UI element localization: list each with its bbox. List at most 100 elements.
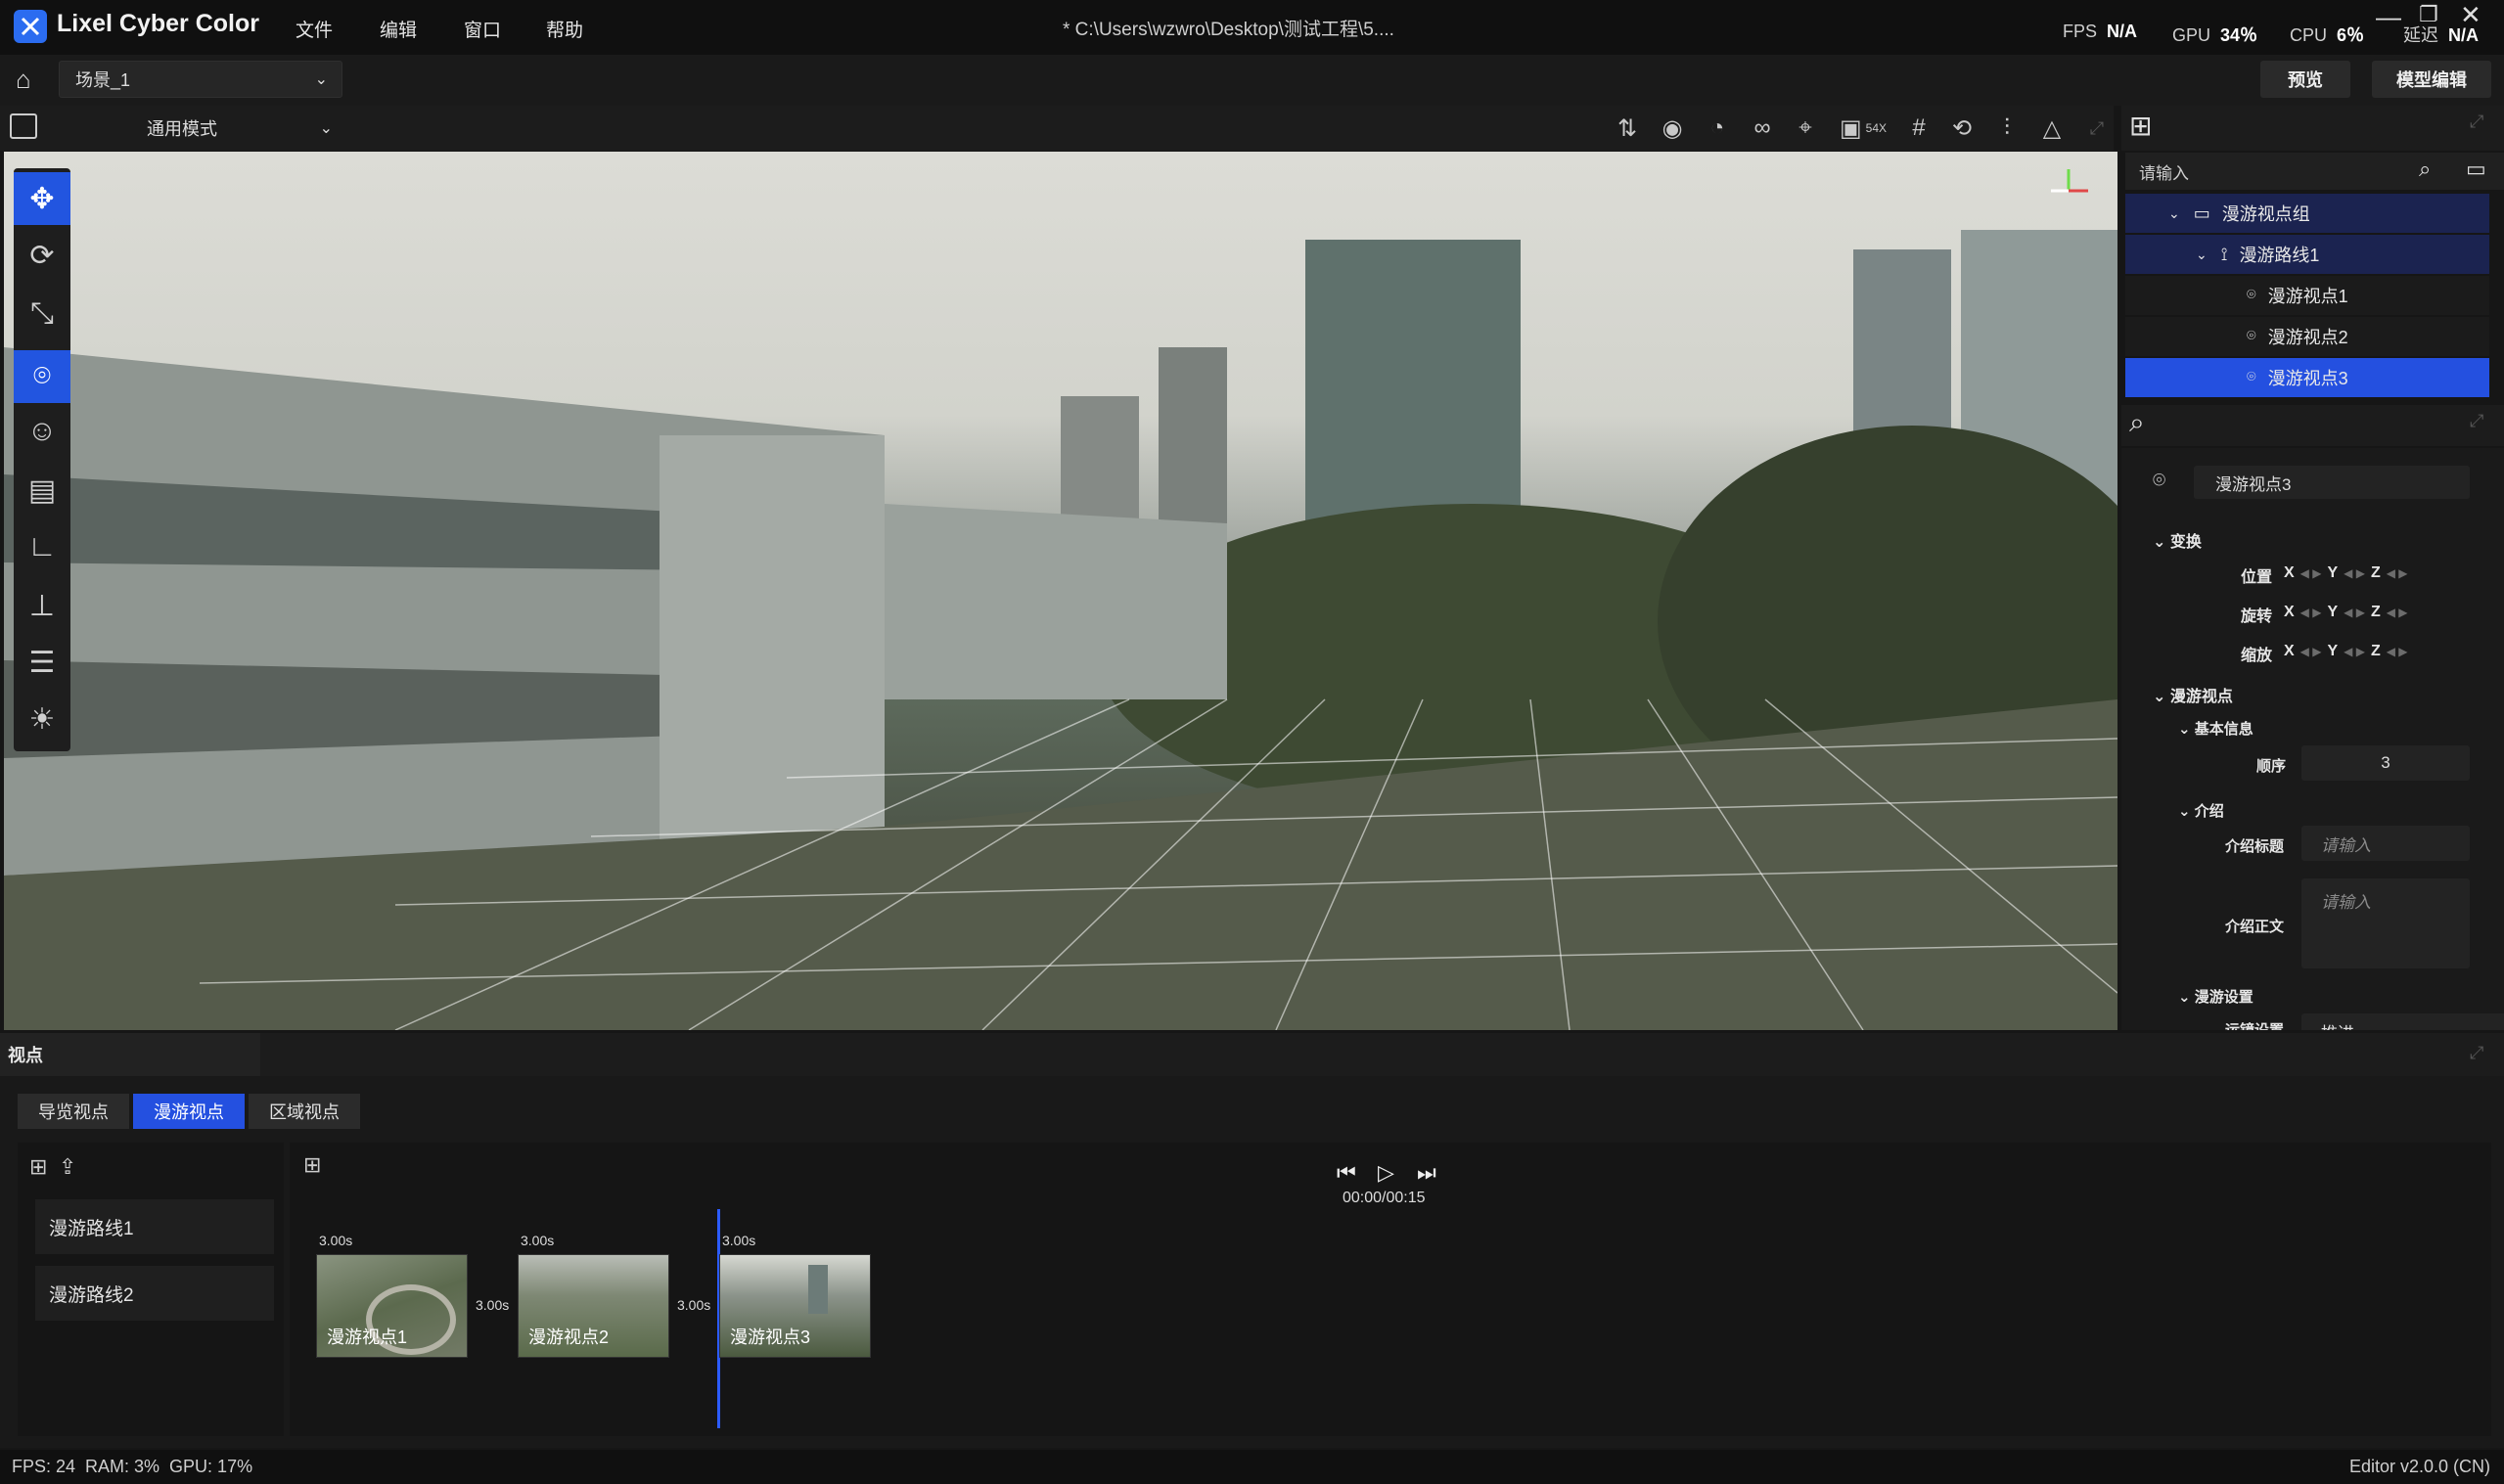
expand-icon[interactable]: ⤢	[2470, 411, 2483, 431]
camera-icon[interactable]: ◉	[1658, 113, 1687, 143]
expand-icon[interactable]: ⤢	[2470, 112, 2483, 132]
intro-title-input[interactable]: 请输入	[2301, 826, 2470, 861]
status-left: FPS: 24 RAM: 3% GPU: 17%	[12, 1457, 253, 1476]
intro-body-textarea[interactable]: 请输入	[2301, 878, 2470, 968]
search-icon[interactable]: ⌕	[2129, 407, 2145, 439]
scene-tree-header	[2121, 106, 2504, 151]
order-field[interactable]: 3	[2301, 745, 2470, 781]
tree-item-viewpoint-selected[interactable]: ⌾ 漫游视点3	[2125, 358, 2489, 397]
annotation-tool-icon[interactable]: ▤	[14, 464, 70, 517]
skip-start-icon[interactable]: ⏮	[1337, 1160, 1356, 1186]
maximize-icon[interactable]: ❐	[2419, 2, 2438, 27]
expand-icon[interactable]: ⤢	[2082, 113, 2112, 143]
move-tool-icon[interactable]: ✥	[14, 172, 70, 225]
menu-file[interactable]: 文件	[296, 16, 333, 42]
folder-icon: ▭	[2193, 202, 2210, 223]
app-title: Lixel Cyber Color	[57, 10, 259, 37]
keyframe-thumbnail[interactable]: 漫游视点2	[518, 1254, 669, 1358]
tree-item-viewpoint[interactable]: ⌾ 漫游视点2	[2125, 317, 2489, 356]
rotate-tool-icon[interactable]: ⟳	[14, 229, 70, 282]
stepper-arrows-icon[interactable]: ◀ ▶	[2344, 566, 2365, 580]
tree-search-input[interactable]: 请输入	[2125, 153, 2504, 190]
status-version: Editor v2.0.0 (CN)	[2348, 1457, 2490, 1476]
expand-icon[interactable]: ⤢	[2470, 1043, 2483, 1063]
viewpoint-tool-icon[interactable]: ⌾	[14, 350, 70, 403]
section-tool-icon[interactable]: ⊥	[14, 579, 70, 632]
cpu-stat: CPU 6％	[2290, 25, 2365, 45]
model-edit-button[interactable]: 模型编辑	[2372, 61, 2491, 98]
keyframe-label: 漫游视点3	[730, 1327, 811, 1347]
stepper-arrows-icon[interactable]: ◀ ▶	[2300, 566, 2322, 580]
keyframe-thumbnail-selected[interactable]: 漫游视点3	[719, 1254, 871, 1358]
minimize-icon[interactable]: —	[2376, 2, 2401, 32]
measure-tool-icon[interactable]: ∟	[14, 520, 70, 573]
motion-select[interactable]: 推进	[2301, 1013, 2504, 1030]
scale-xyz[interactable]: X ◀ ▶ Y ◀ ▶ Z ◀ ▶	[2284, 640, 2470, 663]
triangle-icon[interactable]: △	[2037, 113, 2067, 143]
transition-duration[interactable]: 3.00s	[677, 1297, 710, 1313]
basic-info-section[interactable]: ⌄ 基本信息	[2178, 718, 2254, 739]
sort-icon[interactable]: ⇅	[1613, 113, 1642, 143]
roam-section[interactable]: ⌄ 漫游视点	[2153, 683, 2233, 706]
bike-icon[interactable]: ∞	[1748, 113, 1777, 143]
transition-duration[interactable]: 3.00s	[476, 1297, 509, 1313]
stepper-arrows-icon[interactable]: ◀ ▶	[2387, 606, 2408, 619]
roam-settings-section[interactable]: ⌄ 漫游设置	[2178, 986, 2254, 1007]
folder-icon[interactable]: ▭	[2466, 157, 2486, 182]
route-icon[interactable]: ⟲	[1947, 113, 1977, 143]
skip-end-icon[interactable]: ⏭	[1417, 1160, 1436, 1186]
stepper-arrows-icon[interactable]: ◀ ▶	[2387, 645, 2408, 658]
list-tool-icon[interactable]: ☰	[14, 636, 70, 689]
menu-edit[interactable]: 编辑	[380, 16, 417, 42]
rotation-xyz[interactable]: X ◀ ▶ Y ◀ ▶ Z ◀ ▶	[2284, 601, 2470, 624]
position-xyz[interactable]: X ◀ ▶ Y ◀ ▶ Z ◀ ▶	[2284, 562, 2470, 585]
chevron-down-icon: ⌄	[319, 120, 333, 137]
tree-item-route[interactable]: ⌄ ⟟ 漫游路线1	[2125, 235, 2489, 274]
menu-help[interactable]: 帮助	[546, 16, 583, 42]
route-item[interactable]: 漫游路线1	[35, 1199, 274, 1254]
character-tool-icon[interactable]: ☺	[14, 405, 70, 458]
stepper-arrows-icon[interactable]: ◀ ▶	[2300, 606, 2322, 619]
intro-section[interactable]: ⌄ 介绍	[2178, 800, 2224, 821]
home-icon[interactable]: ⌂	[16, 65, 31, 95]
viewport-icon[interactable]	[10, 113, 37, 139]
preview-button[interactable]: 预览	[2260, 61, 2350, 98]
speed-icon[interactable]: ▣ 54X	[1834, 113, 1892, 143]
axis-z-label: Z	[2370, 604, 2381, 620]
chevron-down-icon: ⌄	[2178, 989, 2195, 1006]
export-icon[interactable]: ⇪	[59, 1154, 76, 1180]
stepper-arrows-icon[interactable]: ◀ ▶	[2344, 606, 2365, 619]
route-item[interactable]: 漫游路线2	[35, 1266, 274, 1321]
tab-roam-viewpoint[interactable]: 漫游视点	[133, 1094, 245, 1129]
keyframe-thumbnail[interactable]: 漫游视点1	[316, 1254, 468, 1358]
tab-guide-viewpoint[interactable]: 导览视点	[18, 1094, 129, 1129]
stepper-arrows-icon[interactable]: ◀ ▶	[2300, 645, 2322, 658]
scale-tool-icon[interactable]: ⤡	[14, 288, 70, 340]
light-tool-icon[interactable]: ☀	[14, 693, 70, 745]
name-field[interactable]: 漫游视点3	[2194, 466, 2470, 499]
add-keyframe-icon[interactable]: ⊞	[303, 1152, 321, 1178]
search-icon[interactable]: ⌕	[2419, 157, 2431, 182]
stepper-arrows-icon[interactable]: ◀ ▶	[2387, 566, 2408, 580]
play-icon[interactable]: ▷	[1378, 1160, 1394, 1186]
hierarchy-icon[interactable]: ⊞	[2129, 110, 2152, 142]
chart-icon[interactable]: ⫶	[1992, 113, 2022, 143]
tree-item-group[interactable]: ⌄ ▭ 漫游视点组	[2125, 194, 2489, 233]
tab-area-viewpoint[interactable]: 区域视点	[249, 1094, 360, 1129]
tree-item-viewpoint[interactable]: ⌾ 漫游视点1	[2125, 276, 2489, 315]
roam-section-label: 漫游视点	[2169, 689, 2233, 705]
video-icon[interactable]: ◔	[1703, 113, 1732, 143]
position-label: 位置	[2241, 569, 2273, 586]
transform-section[interactable]: ⌄ 变换	[2153, 528, 2202, 552]
grid-icon[interactable]: #	[1904, 113, 1934, 143]
mode-select[interactable]: 通用模式 ⌄	[127, 112, 342, 145]
3d-viewport[interactable]	[4, 152, 2117, 1030]
scene-select[interactable]: 场景_1 ⌄	[59, 61, 342, 98]
viewpoint-panel-tab[interactable]: 视点	[0, 1033, 260, 1076]
add-route-icon[interactable]: ⊞	[29, 1154, 47, 1180]
location-pin-icon[interactable]: ⌖	[1791, 113, 1820, 143]
stepper-arrows-icon[interactable]: ◀ ▶	[2344, 645, 2365, 658]
close-icon[interactable]: ✕	[2460, 0, 2481, 30]
menu-window[interactable]: 窗口	[464, 16, 501, 42]
viewpoint-icon: ⌾	[2247, 287, 2256, 303]
